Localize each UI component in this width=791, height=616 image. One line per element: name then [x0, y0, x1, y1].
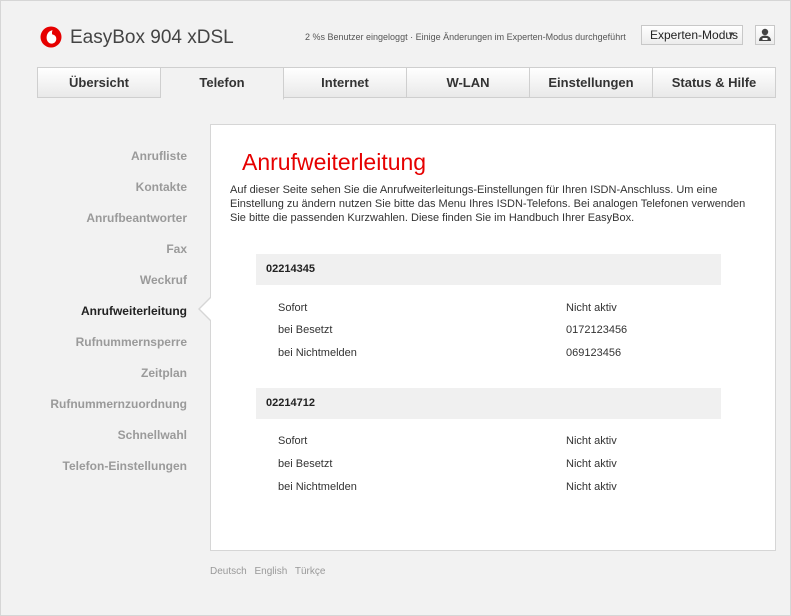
tab-internet[interactable]: Internet	[284, 68, 407, 97]
forwarding-label: bei Nichtmelden	[278, 347, 357, 359]
mode-select-value: Experten-Modus	[650, 28, 739, 42]
forwarding-value: 0172123456	[566, 324, 628, 336]
language-link-deutsch[interactable]: Deutsch	[210, 566, 247, 577]
sidebar-item-kontakte[interactable]: Kontakte	[0, 172, 187, 203]
number-group-header: 02214712	[256, 388, 721, 419]
forwarding-value: Nicht aktiv	[566, 481, 617, 493]
sidebar-item-anrufliste[interactable]: Anrufliste	[0, 141, 187, 172]
active-item-pointer-fill	[200, 298, 211, 320]
content-panel: Anrufweiterleitung Auf dieser Seite sehe…	[210, 124, 776, 551]
sidebar-item-rufnummernzuordnung[interactable]: Rufnummernzuordnung	[0, 389, 187, 420]
forwarding-row: bei Besetzt 0172123456	[278, 324, 698, 347]
sidebar-item-fax[interactable]: Fax	[0, 234, 187, 265]
tab-uebersicht[interactable]: Übersicht	[38, 68, 161, 97]
forwarding-value: Nicht aktiv	[566, 458, 617, 470]
sidebar-item-rufnummernsperre[interactable]: Rufnummernsperre	[0, 327, 187, 358]
sidebar-item-anrufbeantworter[interactable]: Anrufbeantworter	[0, 203, 187, 234]
vodafone-logo-icon	[40, 26, 62, 48]
language-link-english[interactable]: English	[254, 566, 287, 577]
forwarding-value: 069123456	[566, 347, 622, 359]
sidebar-item-schnellwahl[interactable]: Schnellwahl	[0, 420, 187, 451]
forwarding-row: bei Besetzt Nicht aktiv	[278, 458, 698, 481]
forwarding-label: Sofort	[278, 435, 308, 447]
main-nav-tabs: Übersicht Telefon Internet W-LAN Einstel…	[37, 67, 776, 100]
sidebar-item-zeitplan[interactable]: Zeitplan	[0, 358, 187, 389]
user-icon	[759, 28, 771, 41]
sidebar: Anrufliste Kontakte Anrufbeantworter Fax…	[0, 141, 187, 482]
chevron-down-icon: ▼	[727, 30, 735, 39]
forwarding-row: bei Nichtmelden 069123456	[278, 347, 698, 370]
forwarding-row: Sofort Nicht aktiv	[278, 302, 698, 325]
tab-telefon[interactable]: Telefon	[161, 68, 284, 100]
app-title: EasyBox 904 xDSL	[70, 27, 234, 48]
login-status-text: 2 %s Benutzer eingeloggt · Einige Änderu…	[305, 32, 626, 42]
sidebar-item-anrufweiterleitung[interactable]: Anrufweiterleitung	[0, 296, 187, 327]
sidebar-item-weckruf[interactable]: Weckruf	[0, 265, 187, 296]
forwarding-label: bei Besetzt	[278, 324, 333, 336]
forwarding-row: Sofort Nicht aktiv	[278, 435, 698, 458]
forwarding-row: bei Nichtmelden Nicht aktiv	[278, 481, 698, 504]
forwarding-label: bei Besetzt	[278, 458, 333, 470]
forwarding-value: Nicht aktiv	[566, 435, 617, 447]
sidebar-item-telefon-einstellungen[interactable]: Telefon-Einstellungen	[0, 451, 187, 482]
tab-einstellungen[interactable]: Einstellungen	[530, 68, 653, 97]
mode-select[interactable]: Experten-Modus ▼	[641, 25, 743, 45]
page-description: Auf dieser Seite sehen Sie die Anrufweit…	[230, 184, 746, 224]
page-title: Anrufweiterleitung	[242, 149, 427, 175]
language-links: Deutsch English Türkçe	[210, 566, 330, 577]
forwarding-value: Nicht aktiv	[566, 302, 617, 314]
forwarding-label: bei Nichtmelden	[278, 481, 357, 493]
number-group-header: 02214345	[256, 254, 721, 285]
forwarding-label: Sofort	[278, 302, 308, 314]
tab-wlan[interactable]: W-LAN	[407, 68, 530, 97]
language-link-tuerkce[interactable]: Türkçe	[295, 566, 326, 577]
user-button[interactable]	[755, 25, 775, 45]
tab-status-hilfe[interactable]: Status & Hilfe	[653, 68, 775, 97]
